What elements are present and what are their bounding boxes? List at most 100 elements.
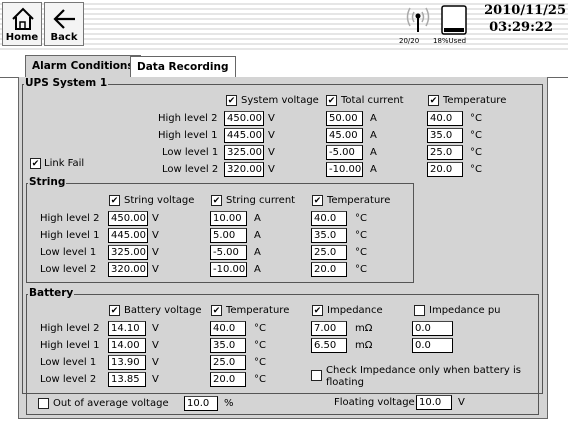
back-button[interactable]: Back xyxy=(44,2,84,46)
string-cur-high1-input[interactable]: 5.00 xyxy=(210,228,247,243)
string-cur-low2-input[interactable]: -10.00 xyxy=(210,262,247,277)
unit-v: V xyxy=(152,323,159,334)
home-button[interactable]: Home xyxy=(2,2,42,46)
battery-temp-low1-input[interactable]: 25.0 xyxy=(210,355,246,370)
battery-temp-low2-input[interactable]: 20.0 xyxy=(210,372,246,387)
home-icon xyxy=(12,7,34,30)
unit-c: °C xyxy=(254,374,266,385)
battery-volt-low2-input[interactable]: 13.85 xyxy=(108,372,146,387)
check-impedance-label-cont: floating xyxy=(326,377,364,388)
ups-system-title: UPS System 1 xyxy=(24,77,109,89)
unit-a: A xyxy=(254,230,261,241)
back-label: Back xyxy=(50,32,78,43)
unit-c: °C xyxy=(470,147,482,158)
unit-a: A xyxy=(370,130,377,141)
ups-temp-low2-input[interactable]: 20.0 xyxy=(427,162,463,177)
ups-totcur-low1-input[interactable]: -5.00 xyxy=(326,145,363,160)
ups-high2-label: High level 2 xyxy=(158,113,218,124)
out-of-average-voltage-input[interactable]: 10.0 xyxy=(184,396,218,411)
battery-voltage-checkbox[interactable] xyxy=(109,305,120,316)
battery-high2-label: High level 2 xyxy=(40,323,100,334)
ups-temp-high1-input[interactable]: 35.0 xyxy=(427,128,463,143)
out-of-average-voltage-checkbox[interactable] xyxy=(38,398,49,409)
link-fail-checkbox[interactable] xyxy=(30,158,41,169)
unit-c: °C xyxy=(355,230,367,241)
ups-temperature-label: Temperature xyxy=(443,95,507,106)
floating-voltage-input[interactable]: 10.0 xyxy=(416,395,452,410)
ups-sysvolt-high1-input[interactable]: 445.00 xyxy=(224,128,264,143)
battery-low2-label: Low level 2 xyxy=(40,374,97,385)
string-volt-high1-input[interactable]: 445.00 xyxy=(108,228,148,243)
unit-c: °C xyxy=(470,130,482,141)
string-volt-low2-input[interactable]: 320.00 xyxy=(108,262,148,277)
string-voltage-checkbox[interactable] xyxy=(109,195,120,206)
tab-data-recording[interactable]: Data Recording xyxy=(130,56,236,78)
string-volt-low1-input[interactable]: 325.00 xyxy=(108,245,148,260)
tab-alarm-conditions[interactable]: Alarm Conditions xyxy=(25,55,141,78)
string-high2-label: High level 2 xyxy=(40,213,100,224)
string-high1-label: High level 1 xyxy=(40,230,100,241)
string-temperature-checkbox[interactable] xyxy=(312,195,323,206)
battery-high1-label: High level 1 xyxy=(40,340,100,351)
ups-totcur-high2-input[interactable]: 50.00 xyxy=(326,111,363,126)
ups-high1-label: High level 1 xyxy=(158,130,218,141)
total-current-label: Total current xyxy=(341,95,404,106)
unit-a: A xyxy=(370,113,377,124)
string-temp-high2-input[interactable]: 40.0 xyxy=(311,211,347,226)
unit-c: °C xyxy=(470,113,482,124)
battery-temperature-label: Temperature xyxy=(226,305,290,316)
string-temp-low1-input[interactable]: 25.0 xyxy=(311,245,347,260)
battery-temperature-checkbox[interactable] xyxy=(211,305,222,316)
unit-v: V xyxy=(152,230,159,241)
battery-volt-low1-input[interactable]: 13.90 xyxy=(108,355,146,370)
unit-a: A xyxy=(254,264,261,275)
unit-v: V xyxy=(152,357,159,368)
battery-title: Battery xyxy=(28,287,75,299)
unit-c: °C xyxy=(254,357,266,368)
ups-totcur-low2-input[interactable]: -10.00 xyxy=(326,162,363,177)
unit-c: °C xyxy=(355,264,367,275)
string-current-checkbox[interactable] xyxy=(211,195,222,206)
string-cur-high2-input[interactable]: 10.00 xyxy=(210,211,247,226)
impedance-checkbox[interactable] xyxy=(312,305,323,316)
ups-temp-low1-input[interactable]: 25.0 xyxy=(427,145,463,160)
signal-icon xyxy=(406,7,430,32)
home-label: Home xyxy=(5,32,39,43)
battery-temp-high1-input[interactable]: 35.0 xyxy=(210,338,246,353)
ups-sysvolt-low1-input[interactable]: 325.00 xyxy=(224,145,264,160)
ups-sysvolt-low2-input[interactable]: 320.00 xyxy=(224,162,264,177)
string-temperature-label: Temperature xyxy=(327,195,391,206)
impedance-pu-high1-input[interactable]: 0.0 xyxy=(412,338,453,353)
out-of-average-voltage-label: Out of average voltage xyxy=(53,398,169,409)
impedance-pu-label: Impedance pu xyxy=(429,305,501,316)
system-voltage-checkbox[interactable] xyxy=(226,95,237,106)
unit-v: V xyxy=(268,113,275,124)
impedance-high2-input[interactable]: 7.00 xyxy=(311,321,347,336)
ups-sysvolt-high2-input[interactable]: 450.00 xyxy=(224,111,264,126)
ups-temperature-checkbox[interactable] xyxy=(428,95,439,106)
unit-mohm: mΩ xyxy=(355,340,373,351)
impedance-pu-checkbox[interactable] xyxy=(414,305,425,316)
ups-temp-high2-input[interactable]: 40.0 xyxy=(427,111,463,126)
string-cur-low1-input[interactable]: -5.00 xyxy=(210,245,247,260)
unit-v: V xyxy=(152,247,159,258)
impedance-pu-high2-input[interactable]: 0.0 xyxy=(412,321,453,336)
battery-temp-high2-input[interactable]: 40.0 xyxy=(210,321,246,336)
check-impedance-floating-checkbox[interactable] xyxy=(311,370,322,381)
impedance-high1-input[interactable]: 6.50 xyxy=(311,338,347,353)
battery-low1-label: Low level 1 xyxy=(40,357,97,368)
string-temp-low2-input[interactable]: 20.0 xyxy=(311,262,347,277)
unit-c: °C xyxy=(470,164,482,175)
impedance-label: Impedance xyxy=(327,305,383,316)
unit-v: V xyxy=(458,397,465,408)
battery-volt-high2-input[interactable]: 14.10 xyxy=(108,321,146,336)
string-temp-high1-input[interactable]: 35.0 xyxy=(311,228,347,243)
ups-totcur-high1-input[interactable]: 45.00 xyxy=(326,128,363,143)
string-volt-high2-input[interactable]: 450.00 xyxy=(108,211,148,226)
string-low1-label: Low level 1 xyxy=(40,247,97,258)
total-current-checkbox[interactable] xyxy=(326,95,337,106)
unit-v: V xyxy=(152,213,159,224)
link-fail-label: Link Fail xyxy=(44,158,85,169)
battery-volt-high1-input[interactable]: 14.00 xyxy=(108,338,146,353)
unit-a: A xyxy=(370,147,377,158)
